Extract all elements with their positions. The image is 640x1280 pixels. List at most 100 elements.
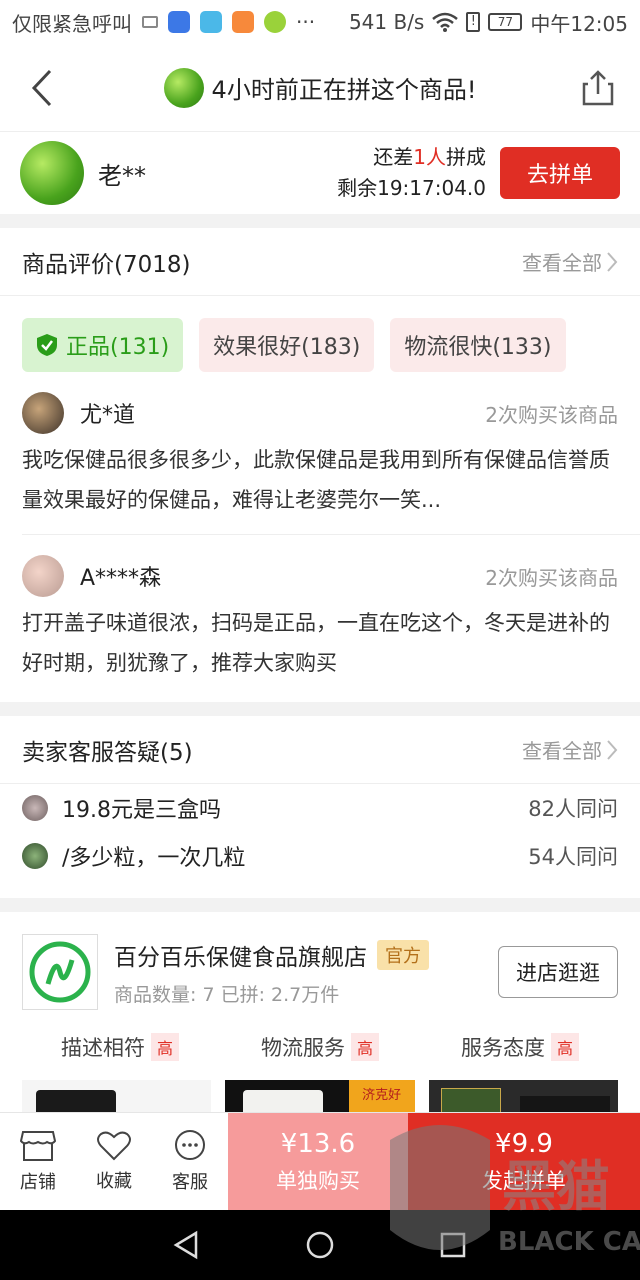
rating-label: 服务态度 (460, 1036, 545, 1060)
qa-view-all[interactable]: 查看全部 (522, 735, 618, 764)
need-prefix: 还差 (373, 145, 414, 169)
system-nav-bar (0, 1210, 640, 1280)
qa-section: 卖家客服答疑(5) 查看全部 19.8元是三盒吗 82人同问 /多少粒，一次几粒… (0, 716, 640, 898)
status-bar: 仅限紧急呼叫 ··· 541 B/s ! 77 中午12:05 (0, 0, 640, 44)
reviewer-avatar (22, 392, 64, 434)
same-question-count: 82人同问 (528, 797, 618, 821)
home-circle-icon[interactable] (305, 1230, 335, 1260)
rating-level: 高 (550, 1033, 579, 1061)
product-label: 济克好 (348, 1080, 415, 1112)
buy-alone-button[interactable]: ¥13.6 单独购买 (228, 1113, 408, 1210)
qa-item[interactable]: /多少粒，一次几粒 54人同问 (0, 832, 640, 880)
reviewer-name: A****森 (80, 566, 162, 591)
more-notifications-icon: ··· (296, 10, 316, 34)
chat-icon (175, 1129, 205, 1160)
qa-item[interactable]: 19.8元是三盒吗 82人同问 (0, 784, 640, 832)
question-text: 19.8元是三盒吗 (62, 798, 221, 823)
heart-icon (97, 1131, 131, 1160)
start-group-buy-button[interactable]: ¥9.9 发起拼单 (408, 1113, 640, 1210)
rating-level: 高 (150, 1033, 179, 1061)
asker-avatar (22, 795, 48, 821)
enter-store-button[interactable]: 进店逛逛 (498, 946, 618, 998)
baidu-icon (168, 11, 190, 33)
tab-store[interactable]: 店铺 (0, 1113, 76, 1210)
view-all-label: 查看全部 (522, 251, 602, 275)
back-button[interactable] (0, 44, 84, 132)
nav-title-group: 4小时前正在拼这个商品! (84, 67, 556, 108)
avatar (20, 141, 84, 205)
tab-label: 收藏 (96, 1170, 132, 1192)
tag-effect[interactable]: 效果很好(183) (199, 318, 375, 372)
battery-icon: 77 (488, 13, 523, 31)
group-label: 发起拼单 (482, 1168, 566, 1193)
tab-label: 店铺 (20, 1171, 56, 1193)
reviewer-name: 尤*道 (80, 403, 136, 428)
store-meta: 商品数量: 7 已拼: 2.7万件 (114, 983, 340, 1006)
shield-check-icon (37, 334, 57, 356)
question-text: /多少粒，一次几粒 (62, 846, 246, 871)
product-thumb[interactable] (22, 1080, 212, 1112)
product-thumb[interactable] (428, 1080, 618, 1112)
bottom-action-bar: 店铺 收藏 客服 ¥13.6 单独购买 ¥9.9 发起拼单 (0, 1112, 640, 1210)
tag-shipping[interactable]: 物流很快(133) (390, 318, 566, 372)
tag-label: 效果很好(183) (213, 335, 361, 360)
reviews-view-all[interactable]: 查看全部 (522, 247, 618, 276)
message-icon (142, 16, 158, 28)
tag-label: 物流很快(133) (404, 335, 552, 360)
net-speed: 541 B/s (348, 10, 425, 34)
reviews-header[interactable]: 商品评价(7018) 查看全部 (0, 228, 640, 296)
official-badge: 官方 (377, 939, 429, 970)
qa-title: 卖家客服答疑(5) (22, 739, 193, 766)
rating-service: 服务态度高 (461, 1032, 579, 1062)
same-question-count: 54人同问 (528, 845, 618, 869)
share-button[interactable] (556, 44, 640, 132)
rating-label: 描述相符 (60, 1036, 145, 1060)
tag-genuine[interactable]: 正品(131) (22, 318, 184, 372)
reviews-section: 商品评价(7018) 查看全部 正品(131) 效果很好(183) 物流很快(1… (0, 228, 640, 702)
product-thumb-icon (163, 67, 204, 108)
top-nav: 4小时前正在拼这个商品! (0, 44, 640, 132)
purchase-count: 2次购买该商品 (485, 565, 618, 590)
back-triangle-icon[interactable] (172, 1230, 202, 1260)
review-text: 打开盖子味道很浓，扫码是正品，一直在吃这个，冬天是进补的好时期，别犹豫了，推荐大… (22, 611, 610, 675)
store-products: 济克好 (0, 1062, 640, 1112)
countdown: 剩余19:17:04.0 (337, 176, 486, 200)
play-icon (200, 11, 222, 33)
group-info: 还差1人拼成 剩余19:17:04.0 (337, 142, 486, 204)
alone-price: ¥13.6 (280, 1128, 356, 1159)
alert-icon: ! (466, 12, 481, 32)
group-buy-row: 老** 还差1人拼成 剩余19:17:04.0 去拼单 (0, 132, 640, 214)
store-name: 百分百乐保健食品旗舰店 (114, 944, 367, 971)
group-user-name: 老** (98, 161, 146, 190)
reviewer-avatar (22, 555, 64, 597)
alone-label: 单独购买 (276, 1168, 360, 1193)
review-tags: 正品(131) 效果很好(183) 物流很快(133) (0, 296, 640, 372)
tab-label: 客服 (172, 1171, 208, 1193)
review-text: 我吃保健品很多很多少，此款保健品是我用到所有保健品信誉质量效果最好的保健品，难得… (22, 448, 610, 512)
store-ratings: 描述相符高 物流服务高 服务态度高 (0, 1010, 640, 1062)
status-text: 仅限紧急呼叫 (12, 11, 132, 36)
join-group-button[interactable]: 去拼单 (500, 147, 620, 199)
video-icon (232, 11, 254, 33)
qa-header[interactable]: 卖家客服答疑(5) 查看全部 (0, 716, 640, 784)
review-item[interactable]: A****森 2次购买该商品 打开盖子味道很浓，扫码是正品，一直在吃这个，冬天是… (0, 553, 640, 683)
divider (22, 534, 640, 535)
rating-description: 描述相符高 (61, 1032, 179, 1062)
chevron-right-icon (607, 739, 618, 760)
need-suffix: 拼成 (446, 145, 486, 169)
asker-avatar (22, 843, 48, 869)
purchase-count: 2次购买该商品 (485, 402, 618, 427)
recents-square-icon[interactable] (438, 1230, 468, 1260)
reviews-title: 商品评价(7018) (22, 251, 191, 278)
tab-service[interactable]: 客服 (152, 1113, 228, 1210)
tab-favorite[interactable]: 收藏 (76, 1113, 152, 1210)
rating-level: 高 (350, 1033, 379, 1061)
product-thumb[interactable]: 济克好 (225, 1080, 415, 1112)
store-logo[interactable] (22, 934, 98, 1010)
page-title: 4小时前正在拼这个商品! (211, 76, 477, 104)
share-icon (582, 69, 614, 105)
app-icon (264, 11, 286, 33)
review-item[interactable]: 尤*道 2次购买该商品 我吃保健品很多很多少，此款保健品是我用到所有保健品信誉质… (0, 390, 640, 520)
chevron-left-icon (31, 69, 52, 106)
group-price: ¥9.9 (495, 1128, 553, 1159)
